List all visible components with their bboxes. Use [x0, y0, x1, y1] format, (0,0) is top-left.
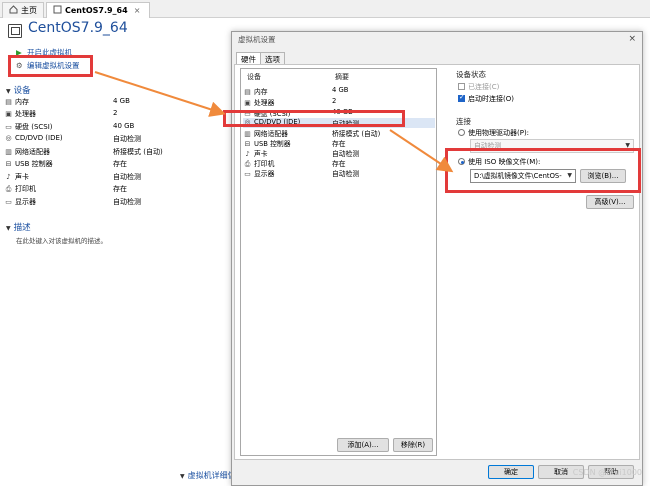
- arrow-to-cd-row: [94, 71, 226, 117]
- watermark: CSDN @Etui1000: [572, 468, 642, 477]
- arrow-to-iso: [389, 129, 454, 173]
- annotation-arrows: [94, 71, 454, 173]
